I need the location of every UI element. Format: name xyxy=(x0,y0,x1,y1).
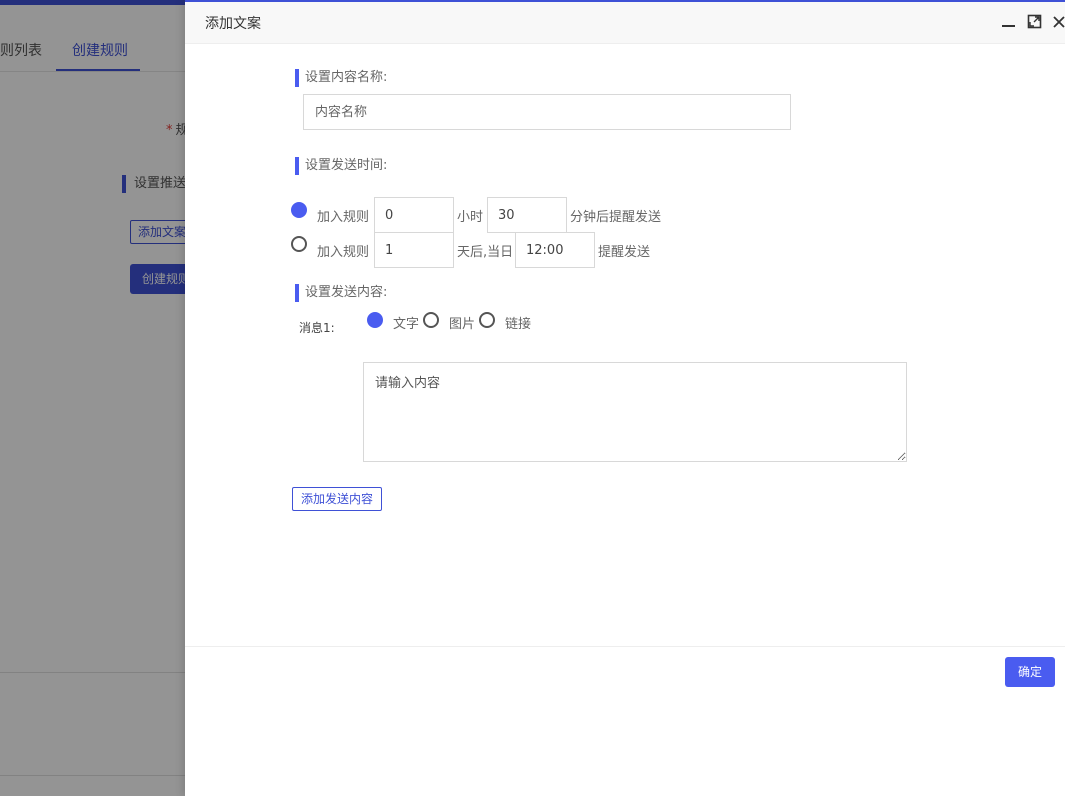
time-option-2-radio[interactable] xyxy=(291,236,307,252)
type-link-label: 链接 xyxy=(505,317,532,332)
time-option-1-radio[interactable] xyxy=(291,202,307,218)
type-image-label: 图片 xyxy=(449,317,476,332)
modal-header: 添加文案 xyxy=(185,2,1065,44)
days-input[interactable] xyxy=(374,232,454,268)
days-unit-label: 天后,当日 xyxy=(457,245,514,260)
type-text-radio[interactable] xyxy=(367,312,383,328)
minutes-input[interactable] xyxy=(487,197,567,233)
close-icon[interactable] xyxy=(1052,14,1065,30)
send-content-section-label: 设置发送内容: xyxy=(295,284,387,302)
time-of-day-input[interactable] xyxy=(515,232,595,268)
message-content-textarea[interactable] xyxy=(363,362,907,462)
content-name-input[interactable] xyxy=(303,94,791,130)
minimize-icon[interactable] xyxy=(1001,14,1017,30)
type-image-radio[interactable] xyxy=(423,312,439,328)
modal-footer-divider xyxy=(185,646,1065,647)
time-option-1-prefix: 加入规则 xyxy=(317,210,370,225)
time-option-2-suffix: 提醒发送 xyxy=(598,245,651,260)
send-time-section-label: 设置发送时间: xyxy=(295,157,387,175)
add-send-content-button[interactable]: 添加发送内容 xyxy=(292,487,383,511)
time-option-2-prefix: 加入规则 xyxy=(317,245,370,260)
modal-title: 添加文案 xyxy=(205,16,261,32)
message-1-label: 消息1: xyxy=(299,321,335,335)
content-name-section-label: 设置内容名称: xyxy=(295,69,387,87)
type-link-radio[interactable] xyxy=(479,312,495,328)
add-copy-modal: 添加文案 设置内容名称: 设置发送时间: 加入规则 小时 分钟后提醒发送 加入规… xyxy=(185,0,1065,796)
type-text-label: 文字 xyxy=(393,317,420,332)
hours-unit-label: 小时 xyxy=(457,210,484,225)
time-option-1-suffix: 分钟后提醒发送 xyxy=(570,210,662,225)
maximize-icon[interactable] xyxy=(1027,14,1043,30)
hours-input[interactable] xyxy=(374,197,454,233)
confirm-button[interactable]: 确定 xyxy=(1005,657,1055,687)
